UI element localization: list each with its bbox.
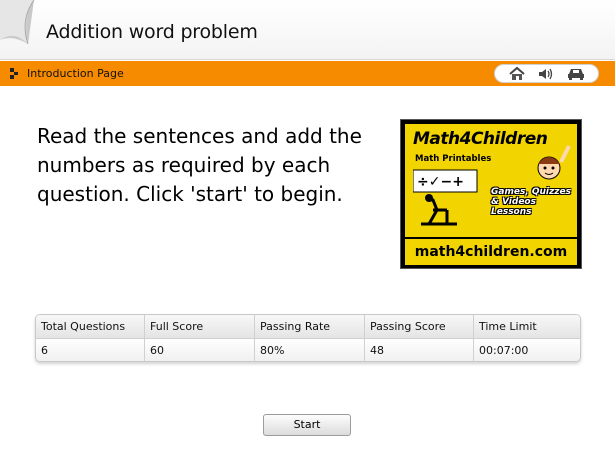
home-icon[interactable] [507,66,527,82]
nav-label: Introduction Page [27,67,124,80]
logo-panel: Math4Children Math Printables ÷✓−+ Games… [405,124,577,237]
car-icon[interactable] [566,66,586,82]
value-time-limit: 00:07:00 [479,343,529,357]
quiz-page: Addition word problem Introduction Page [0,0,615,455]
header: Addition word problem [0,0,615,60]
logo-url-bar: math4children.com [405,239,577,265]
bullet-icon [10,68,18,79]
value-total-questions: 6 [36,339,145,361]
quiz-info-table: Total Questions Full Score Passing Rate … [35,314,581,362]
header-passing-rate: Passing Rate [255,315,365,338]
info-value-row: 6 60 80% 48 00:07:00 [36,339,580,361]
toolbar [494,64,599,83]
logo-tagline: Games, Quizzes & Videos Lessons [491,187,571,217]
intro-text: Read the sentences and add the numbers a… [37,124,362,206]
speaker-icon[interactable] [536,66,556,82]
page-title: Addition word problem [46,21,258,43]
value-full-score: 60 [145,339,255,361]
math-symbols-icon: ÷✓−+ [413,169,478,226]
logo-subtitle: Math Printables [415,154,492,164]
info-header-row: Total Questions Full Score Passing Rate … [36,315,580,339]
value-passing-rate: 80% [255,339,365,361]
header-time-limit: Time Limit [479,320,537,333]
logo-url: math4children.com [414,244,568,260]
value-passing-score: 48 [365,339,474,361]
header-passing-score: Passing Score [365,315,474,338]
svg-text:÷✓−+: ÷✓−+ [417,174,464,190]
page-curl-icon [0,0,35,58]
header-full-score: Full Score [145,315,255,338]
nav-bar: Introduction Page [0,61,615,86]
child-icon [537,145,571,180]
header-total-questions: Total Questions [36,315,145,338]
start-button[interactable]: Start [263,414,351,436]
math4children-logo: Math4Children Math Printables ÷✓−+ Games… [400,119,582,269]
